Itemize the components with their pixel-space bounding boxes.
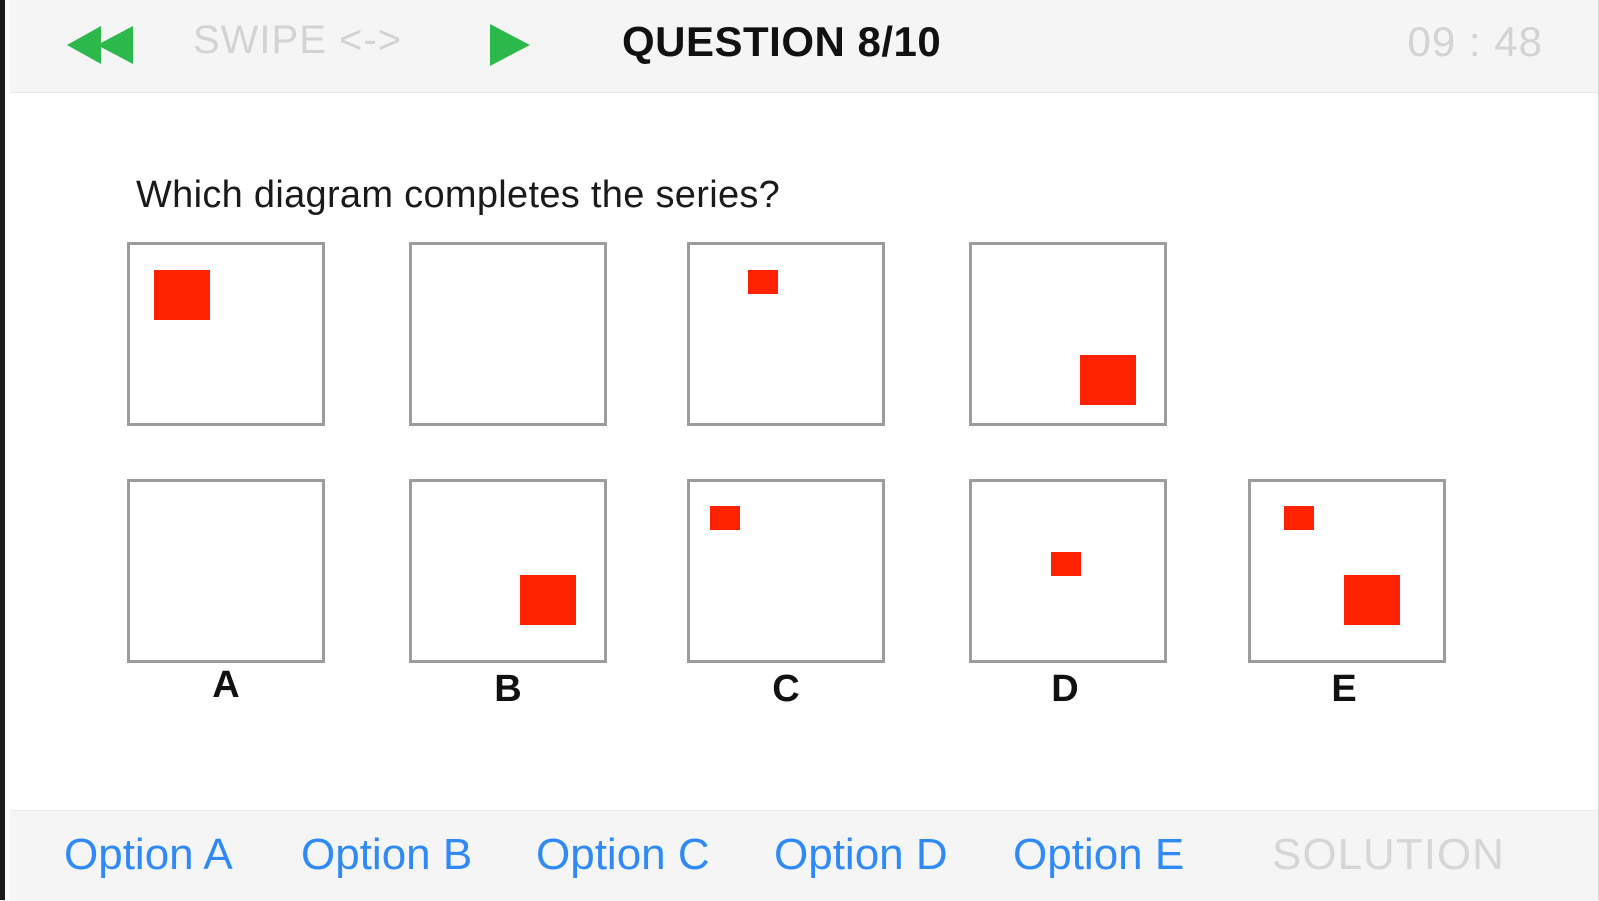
swipe-hint: SWIPE <-> (193, 18, 403, 62)
option-a-button[interactable]: Option A (64, 830, 233, 880)
series-frame-3 (687, 242, 885, 426)
large-red-square (520, 575, 576, 625)
answer-c-diagram[interactable] (687, 479, 885, 663)
small-red-square (710, 506, 740, 530)
question-counter: QUESTION 8/10 (622, 18, 942, 65)
option-e-button[interactable]: Option E (1013, 830, 1184, 880)
small-red-square (1051, 552, 1081, 576)
answer-label-b: B (494, 668, 522, 710)
answer-label-a: A (212, 664, 240, 706)
top-bar: SWIPE <-> QUESTION 8/10 09 : 48 (10, 0, 1598, 93)
answer-label-c: C (772, 668, 800, 710)
answer-d-diagram[interactable] (969, 479, 1167, 663)
small-red-square (1284, 506, 1314, 530)
series-frame-4 (969, 242, 1167, 426)
answer-b-diagram[interactable] (409, 479, 607, 663)
rewind-icon[interactable] (67, 24, 139, 66)
bottom-bar: Option A Option B Option C Option D Opti… (10, 810, 1598, 901)
solution-button[interactable]: SOLUTION (1272, 830, 1505, 880)
timer: 09 : 48 (1407, 18, 1543, 65)
option-c-button[interactable]: Option C (536, 830, 710, 880)
answer-label-e: E (1331, 668, 1357, 710)
large-red-square (1080, 355, 1136, 405)
answer-a-diagram[interactable] (127, 479, 325, 663)
series-frame-2 (409, 242, 607, 426)
play-icon[interactable] (488, 22, 532, 68)
answer-label-d: D (1051, 668, 1079, 710)
large-red-square (1344, 575, 1400, 625)
small-red-square (748, 270, 778, 294)
answer-e-diagram[interactable] (1248, 479, 1446, 663)
series-frame-1 (127, 242, 325, 426)
option-b-button[interactable]: Option B (301, 830, 472, 880)
large-red-square (154, 270, 210, 320)
question-prompt: Which diagram completes the series? (136, 174, 781, 216)
app-frame: SWIPE <-> QUESTION 8/10 09 : 48 Which di… (0, 0, 1599, 901)
option-d-button[interactable]: Option D (774, 830, 948, 880)
